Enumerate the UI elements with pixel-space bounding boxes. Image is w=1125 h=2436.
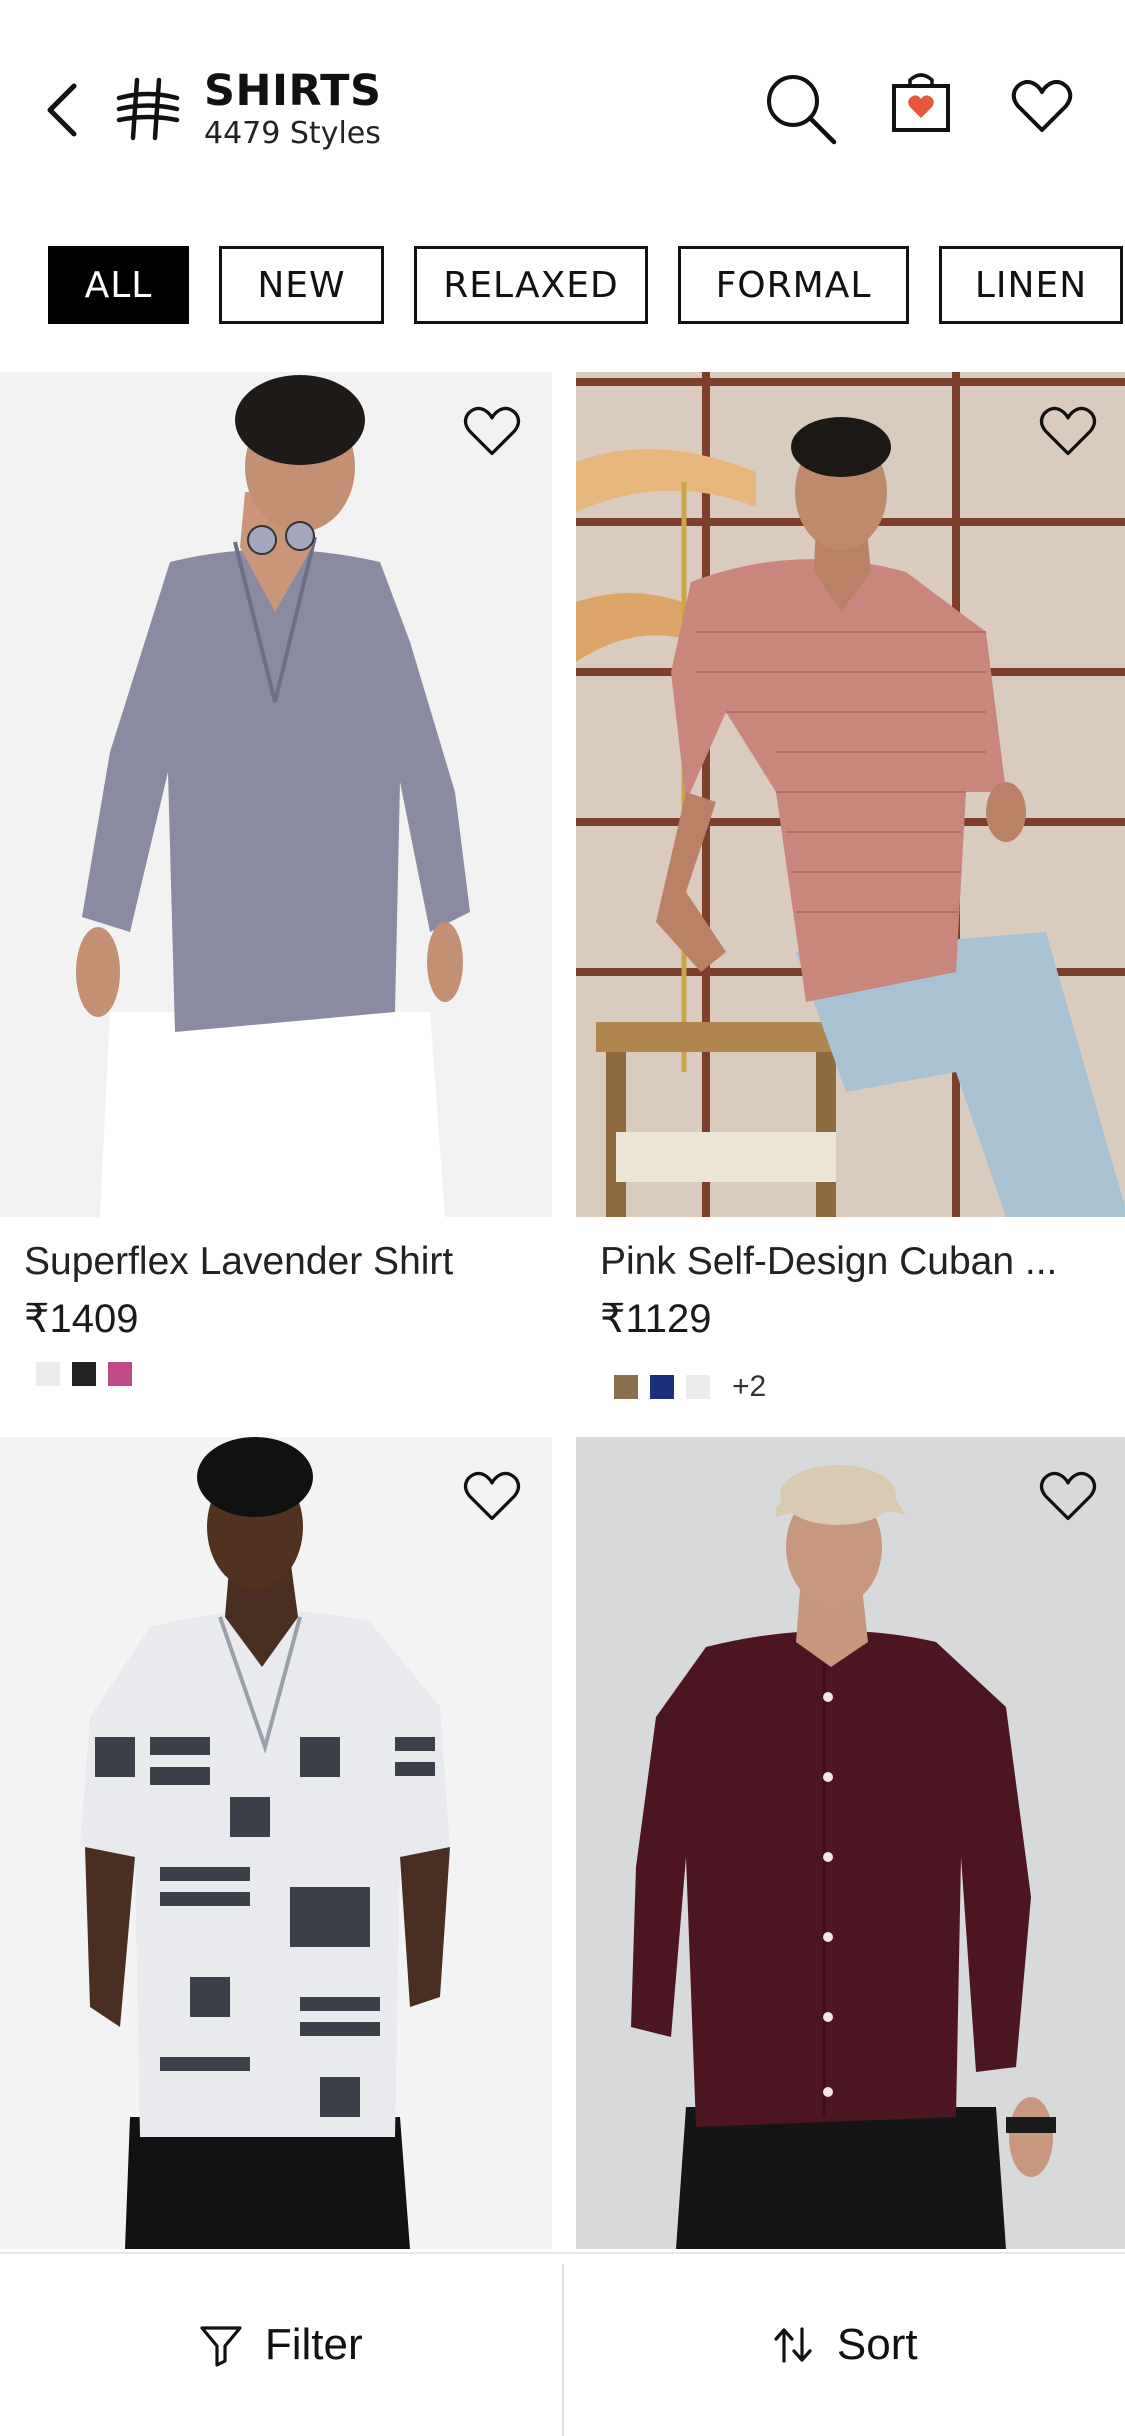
funnel-icon	[200, 2326, 242, 2367]
chip-all[interactable]: ALL	[48, 246, 189, 324]
chip-formal[interactable]: FORMAL	[678, 246, 909, 324]
chip-relaxed[interactable]: RELAXED	[414, 246, 648, 324]
wishlist-toggle[interactable]	[1038, 1467, 1098, 1525]
color-swatches	[36, 1362, 132, 1386]
color-swatch	[650, 1375, 674, 1399]
chip-new[interactable]: NEW	[219, 246, 384, 324]
chip-linen[interactable]: LINEN	[939, 246, 1123, 324]
color-swatches: +2	[614, 1370, 766, 1404]
heart-icon	[1011, 80, 1073, 132]
color-swatch	[614, 1375, 638, 1399]
product-image[interactable]	[0, 1437, 552, 2249]
bag-button[interactable]	[888, 68, 954, 134]
app-header: SHIRTS 4479 Styles	[0, 0, 1125, 210]
heart-icon	[463, 406, 521, 456]
page-title: SHIRTS	[204, 66, 382, 116]
heart-icon	[463, 1471, 521, 1521]
product-card[interactable]: Superflex Lavender Shirt ₹1409	[0, 372, 552, 1418]
wishlist-toggle[interactable]	[1038, 402, 1098, 460]
color-swatch	[686, 1375, 710, 1399]
bottom-action-bar: Filter Sort	[0, 2252, 1125, 2436]
styles-count: 4479 Styles	[204, 116, 381, 151]
product-card[interactable]: Pink Self-Design Cuban ... ₹1129 +2	[576, 372, 1125, 1418]
filter-button[interactable]: Filter	[0, 2254, 562, 2436]
product-image[interactable]	[0, 372, 552, 1217]
heart-icon	[1039, 1471, 1097, 1521]
sort-label: Sort	[836, 2320, 918, 2369]
brand-logo-icon	[115, 76, 181, 142]
product-name[interactable]: Pink Self-Design Cuban ...	[600, 1240, 1120, 1284]
back-button[interactable]	[38, 80, 88, 140]
shopping-bag-icon	[892, 73, 950, 132]
product-image[interactable]	[576, 1437, 1125, 2249]
wishlist-button[interactable]	[1010, 76, 1074, 136]
category-chips: ALL NEW RELAXED FORMAL LINEN	[0, 246, 1125, 326]
product-price: ₹1129	[600, 1297, 712, 1341]
more-colors-count: +2	[732, 1370, 767, 1403]
heart-icon	[1039, 406, 1097, 456]
chevron-left-icon	[47, 83, 77, 137]
wishlist-toggle[interactable]	[462, 1467, 522, 1525]
sort-arrows-icon	[774, 2327, 812, 2363]
color-swatch	[72, 1362, 96, 1386]
search-icon	[767, 75, 837, 145]
product-card[interactable]	[0, 1437, 552, 2252]
color-swatch	[36, 1362, 60, 1386]
search-button[interactable]	[762, 70, 838, 146]
color-swatch	[108, 1362, 132, 1386]
filter-label: Filter	[264, 2320, 363, 2369]
product-price: ₹1409	[24, 1297, 139, 1341]
product-name[interactable]: Superflex Lavender Shirt	[24, 1240, 544, 1284]
wishlist-toggle[interactable]	[462, 402, 522, 460]
title-block: SHIRTS 4479 Styles	[204, 66, 381, 152]
sort-button[interactable]: Sort	[564, 2254, 1125, 2436]
product-image[interactable]	[576, 372, 1125, 1217]
product-card[interactable]	[576, 1437, 1125, 2252]
